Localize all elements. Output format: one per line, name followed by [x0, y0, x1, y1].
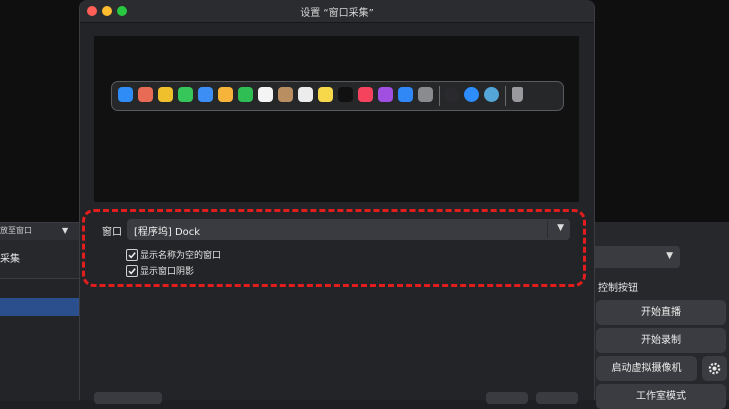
app-store-icon: [398, 87, 413, 102]
controls-panel-title: 控制按钮: [598, 283, 638, 294]
sources-panel-header: 采集: [0, 244, 79, 270]
chrome-icon: [158, 87, 173, 102]
start-streaming-button[interactable]: 开始直播: [596, 300, 726, 325]
virtual-camera-settings-button[interactable]: [702, 356, 727, 381]
dock-separator: [505, 86, 506, 106]
calendar-icon: [258, 87, 273, 102]
preview-icon: [484, 87, 499, 102]
highlight-annotation: [82, 209, 586, 287]
gear-icon: [708, 362, 721, 375]
obs-icon: [444, 87, 459, 102]
photos-icon: [218, 87, 233, 102]
ok-button[interactable]: [536, 392, 578, 404]
zoom-icon: [464, 87, 479, 102]
podcasts-icon: [378, 87, 393, 102]
dialog-titlebar: 设置 “窗口采集”: [80, 0, 594, 23]
system-settings-icon: [418, 87, 433, 102]
captured-dock: [111, 81, 564, 111]
apple-tv-icon: [338, 87, 353, 102]
dialog-title: 设置 “窗口采集”: [300, 8, 374, 19]
contacts-icon: [278, 87, 293, 102]
scene-selector[interactable]: 放至窗口 ▼: [0, 222, 79, 240]
launchpad-icon: [138, 87, 153, 102]
chevron-down-icon: ▼: [62, 226, 69, 235]
facetime-icon: [238, 87, 253, 102]
sources-list[interactable]: [0, 278, 79, 401]
scene-selector-label: 放至窗口: [0, 226, 32, 235]
dock-separator: [439, 86, 440, 106]
finder-icon: [118, 87, 133, 102]
capture-preview: [94, 36, 579, 202]
transition-dropdown[interactable]: ▼: [590, 246, 680, 268]
sources-panel-title: 采集: [0, 254, 20, 265]
reminders-icon: [298, 87, 313, 102]
window-capture-properties-dialog: 设置 “窗口采集” 窗口 [程序坞] Dock ▼ 显示名称为空的窗口 显示窗口…: [79, 0, 595, 404]
mail-icon: [198, 87, 213, 102]
defaults-button[interactable]: [94, 392, 162, 404]
music-icon: [358, 87, 373, 102]
notes-icon: [318, 87, 333, 102]
start-recording-button[interactable]: 开始录制: [596, 328, 726, 353]
chevron-down-icon: ▼: [666, 251, 673, 261]
trash-icon: [512, 87, 523, 102]
messages-icon: [178, 87, 193, 102]
cancel-button[interactable]: [486, 392, 528, 404]
start-virtual-camera-button[interactable]: 启动虚拟摄像机: [596, 356, 697, 381]
sources-list-selected-item[interactable]: [0, 298, 79, 316]
studio-mode-button[interactable]: 工作室模式: [596, 384, 726, 409]
